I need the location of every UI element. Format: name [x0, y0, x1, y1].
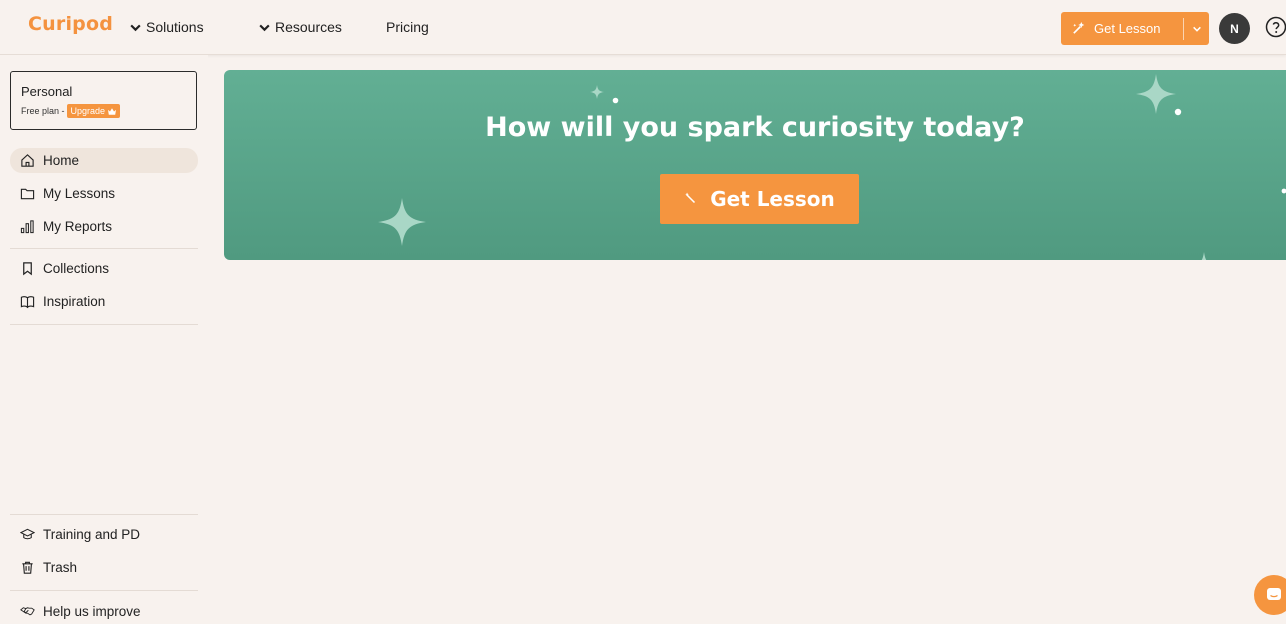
sidebar-divider — [10, 514, 198, 515]
sidebar-item-label: My Reports — [43, 219, 113, 234]
sidebar-item-label: Training and PD — [43, 527, 141, 542]
sidebar-item-label: Home — [43, 153, 80, 168]
sidebar-item-label: Trash — [43, 560, 78, 575]
chat-support-button[interactable] — [1254, 575, 1286, 615]
sparkle-icon — [590, 85, 604, 99]
sparkle-icon — [378, 198, 426, 246]
question-circle-icon[interactable] — [1264, 15, 1286, 39]
sidebar-divider — [10, 324, 198, 325]
top-navigation-bar: Curipod Solutions Resources Pricing Get … — [0, 0, 1286, 55]
bar-chart-icon — [20, 220, 34, 234]
solutions-label: Solutions — [146, 19, 204, 35]
sparkle-icon — [1136, 74, 1176, 114]
sidebar-item-training[interactable]: Training and PD — [10, 522, 198, 547]
magic-wand-icon — [1073, 21, 1085, 34]
sidebar-item-home[interactable]: Home — [10, 148, 198, 173]
folder-icon — [20, 188, 35, 200]
upgrade-label: Upgrade — [70, 106, 106, 116]
hero-get-lesson-button[interactable]: Get Lesson — [660, 174, 859, 224]
bookmark-icon — [23, 262, 32, 276]
sparkle-icon — [1201, 252, 1207, 260]
workspace-name: Personal — [21, 84, 73, 99]
sidebar-item-label: Help us improve — [43, 604, 141, 619]
dot-icon — [612, 97, 619, 104]
hero-button-label: Get Lesson — [710, 187, 835, 211]
magic-wand-icon — [685, 192, 696, 204]
sidebar-item-collections[interactable]: Collections — [10, 256, 198, 281]
dot-icon — [1281, 188, 1286, 194]
hero-title: How will you spark curiosity today? — [224, 112, 1286, 143]
chevron-down-icon — [1192, 26, 1201, 32]
chevron-down-icon — [259, 24, 270, 31]
upgrade-button[interactable]: Upgrade — [66, 104, 121, 118]
sidebar-item-label: Inspiration — [43, 294, 106, 309]
solutions-menu[interactable]: Solutions — [129, 19, 204, 35]
sidebar-item-my-reports[interactable]: My Reports — [10, 214, 198, 239]
book-open-icon — [20, 296, 35, 309]
crown-icon — [108, 107, 117, 115]
resources-menu[interactable]: Resources — [258, 19, 342, 35]
graduation-cap-icon — [20, 528, 35, 540]
resources-label: Resources — [275, 19, 342, 35]
user-avatar[interactable]: N — [1219, 13, 1250, 44]
sidebar-item-label: Collections — [43, 261, 110, 276]
get-lesson-dropdown[interactable] — [1184, 12, 1209, 45]
handshake-icon — [20, 607, 35, 616]
plan-label: Free plan - — [21, 106, 65, 116]
hero-title-text: How will you spark curiosity today? — [485, 112, 1025, 143]
plan-info: Free plan - Upgrade — [21, 104, 121, 118]
sidebar-divider — [10, 590, 198, 591]
sidebar-divider — [10, 248, 198, 249]
sidebar-item-my-lessons[interactable]: My Lessons — [10, 181, 198, 206]
sidebar: Personal Free plan - Upgrade Home My Les… — [0, 55, 208, 624]
sidebar-item-trash[interactable]: Trash — [10, 555, 198, 580]
workspace-switcher[interactable]: Personal Free plan - Upgrade — [10, 71, 197, 130]
chat-icon — [1267, 588, 1281, 600]
get-lesson-split-button: Get Lesson — [1061, 12, 1209, 45]
curipod-logo[interactable]: Curipod — [28, 13, 113, 35]
chevron-down-icon — [130, 24, 141, 31]
sidebar-item-label: My Lessons — [43, 186, 116, 201]
sidebar-item-inspiration[interactable]: Inspiration — [10, 289, 198, 314]
get-lesson-label: Get Lesson — [1094, 21, 1161, 36]
get-lesson-button[interactable]: Get Lesson — [1061, 12, 1183, 45]
pricing-link[interactable]: Pricing — [386, 19, 429, 35]
sidebar-item-help-us-improve[interactable]: Help us improve — [10, 599, 198, 624]
home-icon — [21, 154, 34, 167]
trash-icon — [22, 561, 33, 574]
hero-banner: How will you spark curiosity today? Get … — [224, 70, 1286, 260]
